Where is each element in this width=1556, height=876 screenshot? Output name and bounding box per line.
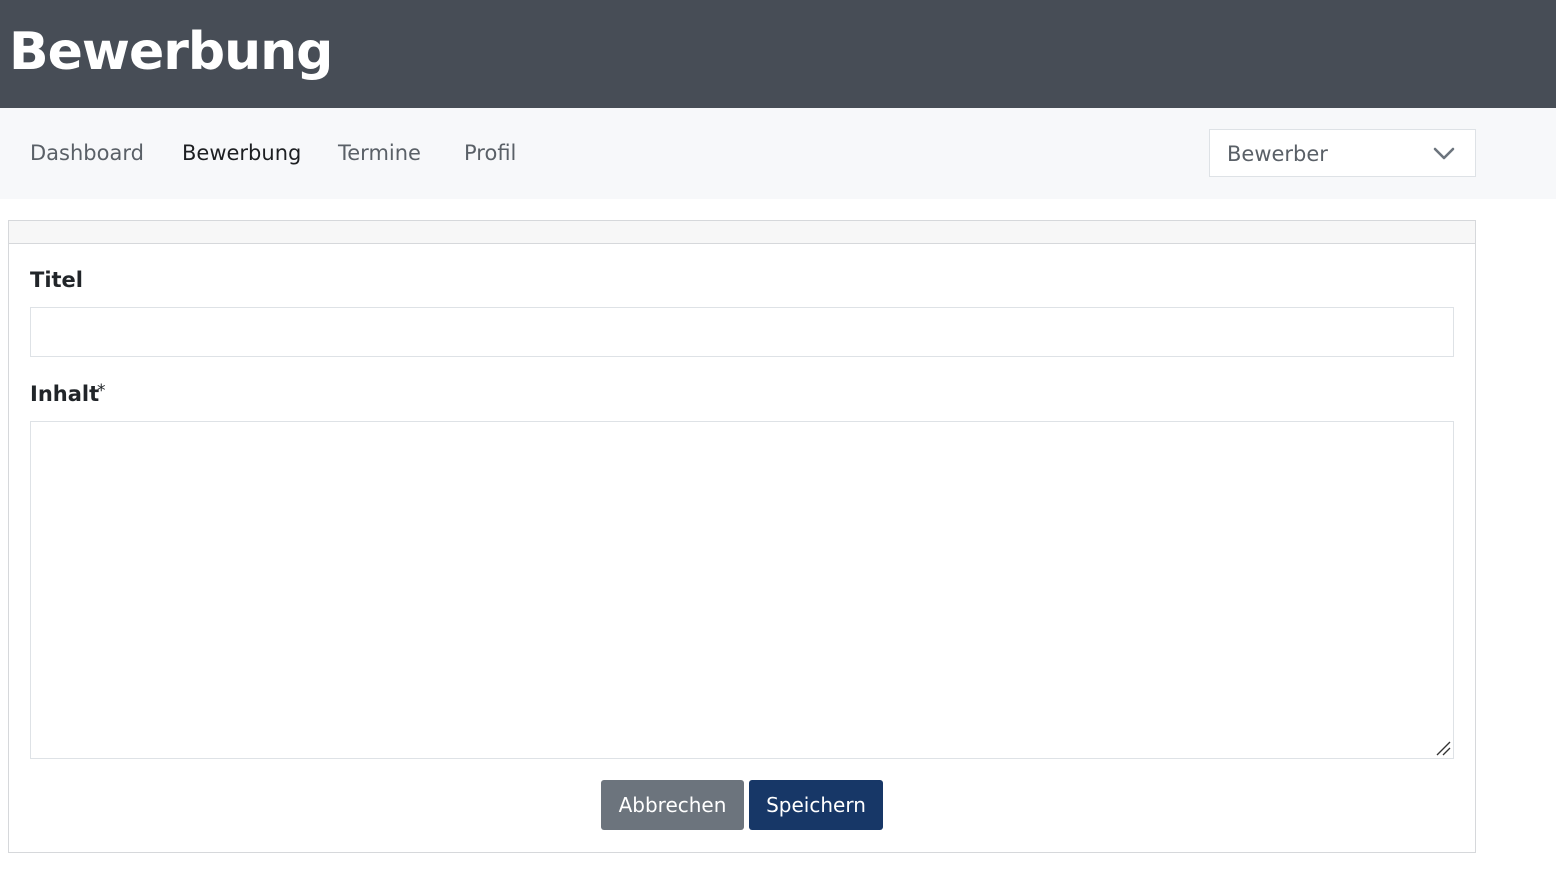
content-label: Inhalt: [30, 382, 100, 406]
required-marker: *: [97, 381, 106, 401]
app-header: Bewerbung: [0, 0, 1556, 108]
title-input[interactable]: [30, 307, 1454, 357]
card-header: [9, 221, 1475, 244]
page-title: Bewerbung: [9, 22, 333, 82]
cancel-button[interactable]: Abbrechen: [601, 780, 744, 830]
nav-item-bewerbung[interactable]: Bewerbung: [182, 138, 301, 168]
role-select-value: Bewerber: [1227, 142, 1328, 166]
role-select[interactable]: Bewerber: [1209, 129, 1476, 177]
title-label: Titel: [30, 268, 84, 292]
nav-item-termine[interactable]: Termine: [338, 138, 421, 168]
chevron-down-icon: [1433, 147, 1455, 160]
nav-item-dashboard[interactable]: Dashboard: [30, 138, 144, 168]
save-button[interactable]: Speichern: [749, 780, 883, 830]
content-textarea[interactable]: [30, 421, 1454, 759]
application-form-card: Titel Inhalt * Abbrechen Speichern: [8, 220, 1476, 853]
main-navbar: Dashboard Bewerbung Termine Profil Bewer…: [0, 108, 1556, 199]
nav-item-profil[interactable]: Profil: [464, 138, 516, 168]
resize-handle-icon[interactable]: [1435, 740, 1451, 756]
